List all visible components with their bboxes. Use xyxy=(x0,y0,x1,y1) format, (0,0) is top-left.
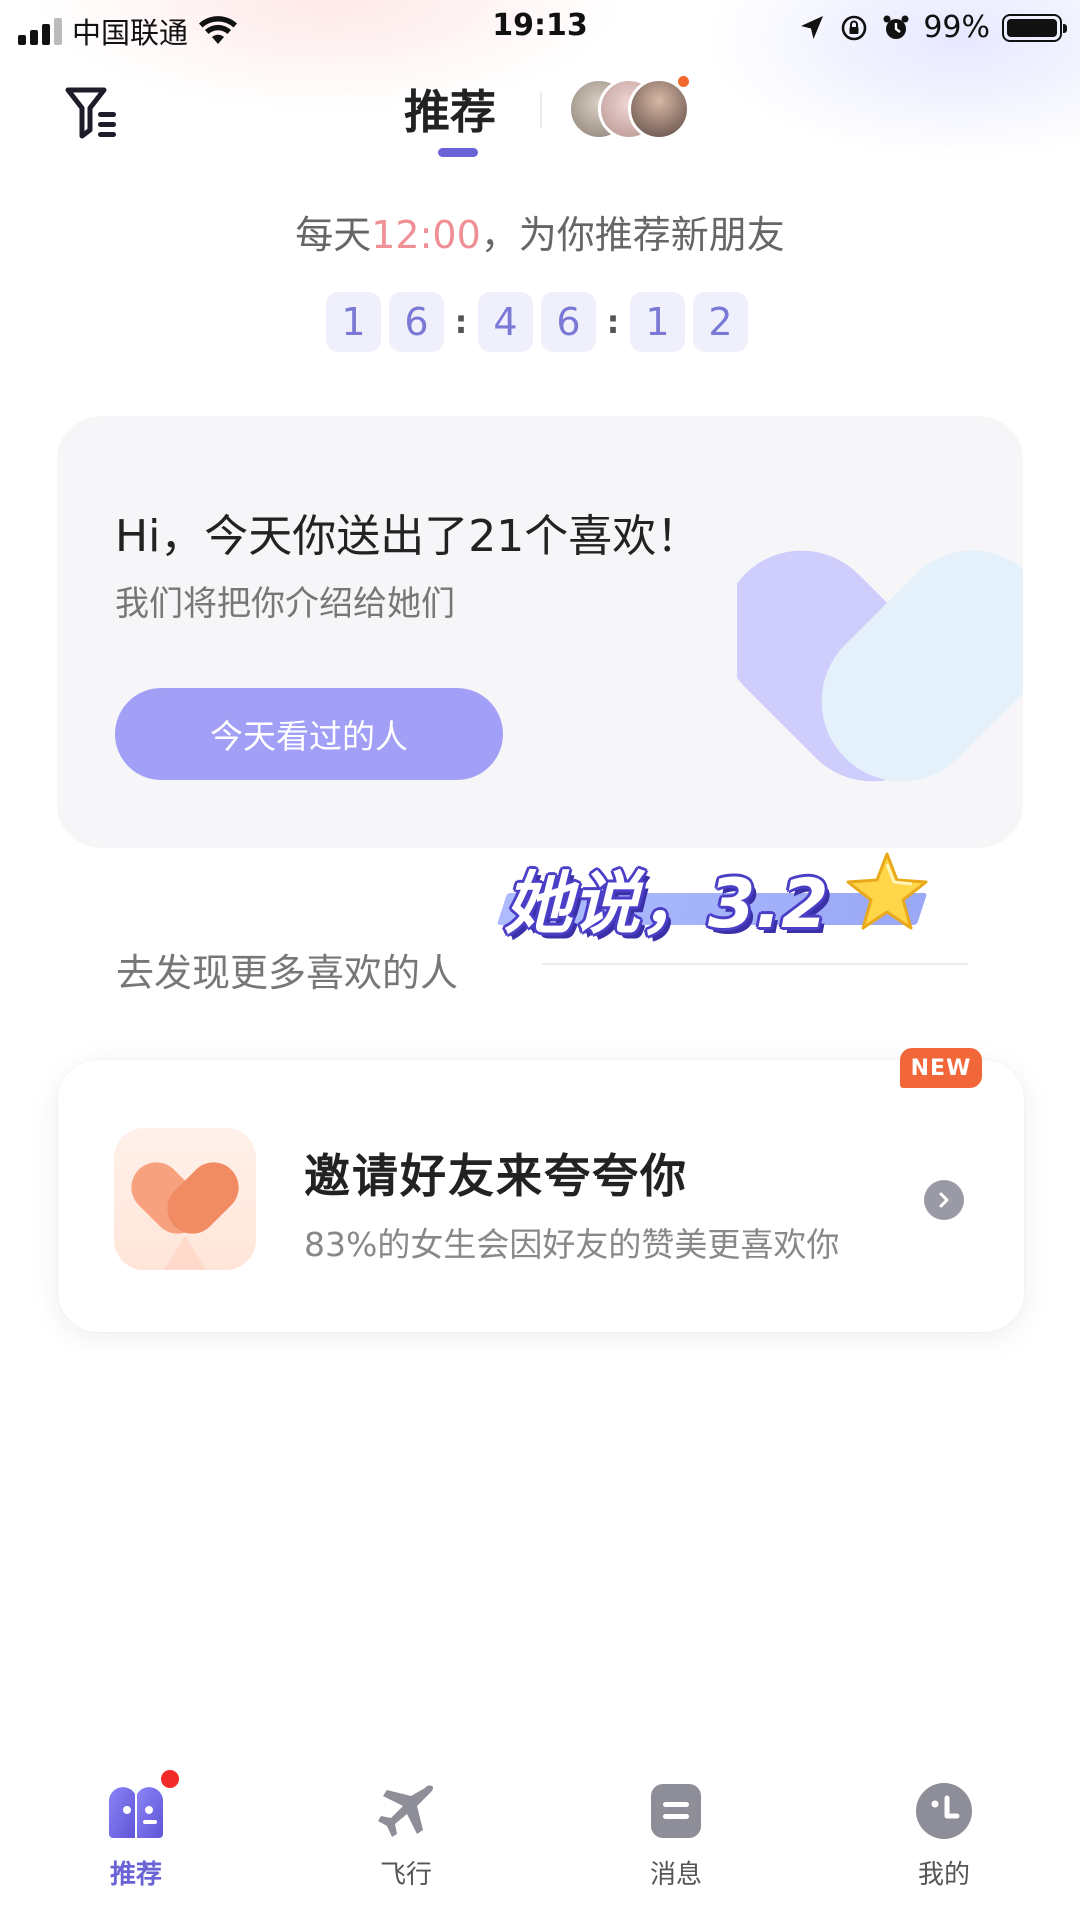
countdown-digit: 1 xyxy=(326,292,381,352)
app-root: 中国联通 19:13 99% 推荐 每天12:00，为你推荐新朋友 1 6: … xyxy=(0,0,1080,1920)
likes-title: Hi，今天你送出了21个喜欢！ xyxy=(115,511,701,562)
invite-subtitle: 83%的女生会因好友的赞美更喜欢你 xyxy=(304,1225,840,1264)
schedule-prefix: 每天 xyxy=(295,213,372,257)
nav-item-recommend[interactable]: 推荐 xyxy=(56,1768,216,1920)
nav-label: 飞行 xyxy=(379,1860,432,1890)
nav-item-flight[interactable]: 飞行 xyxy=(326,1780,486,1920)
viewed-today-button[interactable]: 今天看过的人 xyxy=(115,688,503,780)
alarm-icon xyxy=(883,15,909,39)
tab-recommend[interactable]: 推荐 xyxy=(404,76,496,142)
countdown-separator: : xyxy=(606,303,620,341)
countdown-digit: 4 xyxy=(478,292,533,352)
new-badge: NEW xyxy=(900,1048,982,1088)
tab-active-indicator xyxy=(438,148,478,157)
countdown-timer: 1 6 : 4 6 : 1 2 xyxy=(326,292,756,352)
schedule-time: 12:00 xyxy=(371,213,481,257)
countdown-digit: 6 xyxy=(389,292,444,352)
discover-divider xyxy=(542,963,968,965)
likes-subtitle: 我们将把你介绍给她们 xyxy=(115,584,455,624)
schedule-suffix: ，为你推荐新朋友 xyxy=(480,213,785,257)
banner-text: 她说，3.2 xyxy=(504,865,829,944)
rotation-lock-icon xyxy=(842,15,867,40)
plane-icon xyxy=(375,1780,437,1842)
star-icon xyxy=(846,852,928,930)
countdown-digit: 1 xyxy=(630,292,685,352)
status-bar: 中国联通 19:13 99% xyxy=(0,0,1080,54)
header-divider xyxy=(540,92,542,128)
invite-friends-card[interactable]: 邀请好友来夸夸你 83%的女生会因好友的赞美更喜欢你 xyxy=(58,1060,1024,1332)
recommend-icon xyxy=(105,1768,181,1842)
promo-banner[interactable]: 她说，3.2 xyxy=(492,848,932,948)
bottom-nav: 推荐 飞行 消息 我的 xyxy=(0,1768,1080,1920)
nav-item-profile[interactable]: 我的 xyxy=(864,1780,1024,1920)
nav-item-messages[interactable]: 消息 xyxy=(596,1780,756,1920)
location-arrow-icon xyxy=(801,15,824,39)
nav-label: 我的 xyxy=(917,1860,970,1890)
chevron-right-icon[interactable] xyxy=(924,1180,964,1220)
notification-dot xyxy=(159,1768,181,1790)
nav-label: 消息 xyxy=(649,1860,702,1890)
nav-label: 推荐 xyxy=(109,1860,162,1890)
invite-title: 邀请好友来夸夸你 xyxy=(304,1149,688,1203)
countdown-separator: : xyxy=(454,303,468,341)
message-icon xyxy=(645,1780,707,1842)
filter-icon[interactable] xyxy=(64,84,122,142)
discover-label: 去发现更多喜欢的人 xyxy=(116,951,459,995)
heart-decoration-icon xyxy=(737,550,1023,782)
schedule-text: 每天12:00，为你推荐新朋友 xyxy=(0,204,1080,259)
likes-summary-card: Hi，今天你送出了21个喜欢！ 我们将把你介绍给她们 今天看过的人 xyxy=(57,416,1023,848)
battery-percent: 99% xyxy=(923,10,990,45)
status-right: 99% xyxy=(797,10,1067,45)
profile-icon xyxy=(913,1780,975,1842)
notification-dot xyxy=(676,74,691,89)
avatar-stack[interactable] xyxy=(568,74,692,142)
invite-heart-icon xyxy=(114,1128,256,1270)
countdown-digit: 2 xyxy=(693,292,748,352)
countdown-digit: 6 xyxy=(541,292,596,352)
battery-icon xyxy=(1002,13,1067,42)
